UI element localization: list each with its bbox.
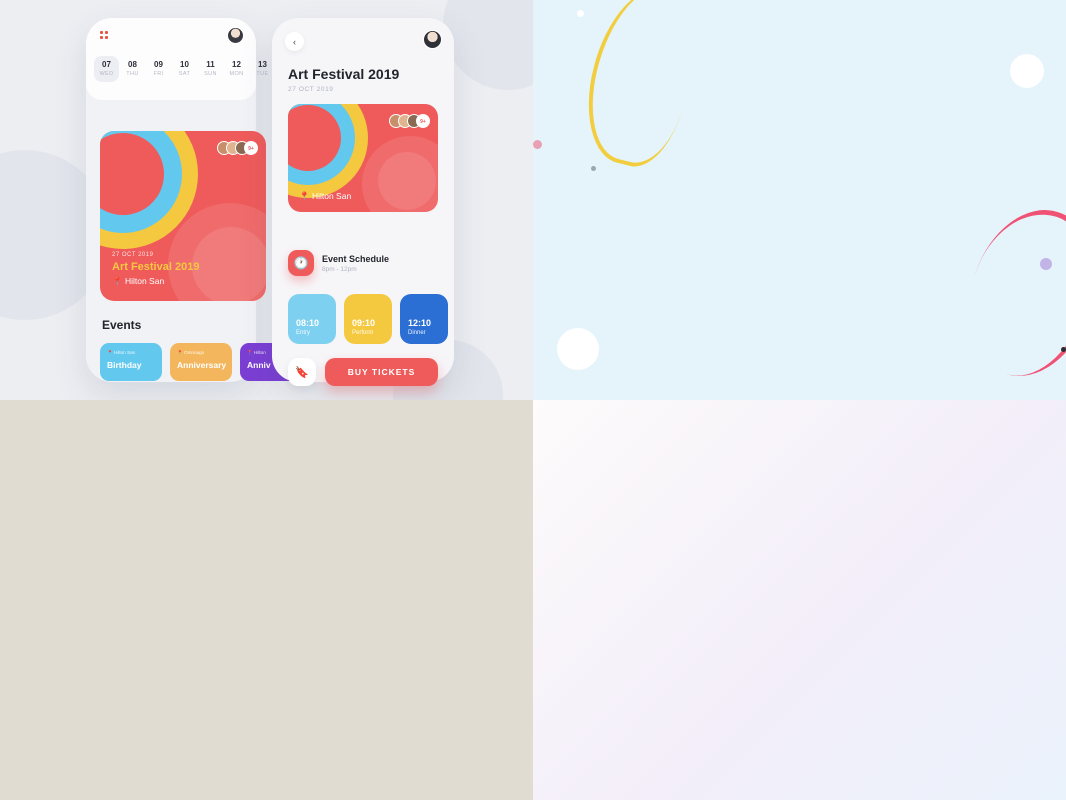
decorative-dot	[1061, 347, 1066, 352]
page-title: Art Festival 2019	[288, 66, 400, 82]
day-name: THU	[126, 71, 139, 77]
event-hero-card[interactable]: 9+ 📍 Hilton San	[288, 104, 438, 212]
decorative-dot	[1040, 258, 1052, 270]
clock-icon: 🕐	[288, 250, 314, 276]
day-number: 09	[154, 60, 163, 69]
schedule-time: 8pm - 12pm	[322, 265, 357, 273]
day-number: 10	[180, 60, 189, 69]
phone1-header: 07 WED 08 THU 09 FRI 10 SAT 11 SUN 12 MO…	[86, 18, 268, 100]
detail-footer: 🔖 BUY TICKETS	[288, 358, 438, 386]
quadrant-influencer-app: Influencers ✕ f Trending View All Mary 1…	[533, 0, 1066, 400]
event-title: Art Festival 2019	[112, 261, 200, 273]
day-name: SAT	[178, 71, 191, 77]
event-location: 📍 Hilton San	[112, 276, 165, 286]
screenshot-grid: 07 WED 08 THU 09 FRI 10 SAT 11 SUN 12 MO…	[0, 0, 1066, 800]
attendee-avatars[interactable]: 9+	[389, 114, 430, 128]
mini-event-card[interactable]: 📍 Hilton San Birthday	[100, 343, 162, 381]
phone-events-list: 07 WED 08 THU 09 FRI 10 SAT 11 SUN 12 MO…	[86, 18, 442, 382]
attendee-more-count: 9+	[244, 141, 258, 155]
decorative-rings	[288, 104, 368, 198]
slot-time: 09:10	[352, 318, 376, 328]
schedule-slots: 08:10 Entry 09:10 Perform 12:10 Dinner	[288, 294, 448, 344]
slot-label: Perform	[352, 330, 374, 336]
events-section-title: Events	[102, 318, 142, 332]
decorative-circle	[1010, 54, 1044, 88]
mini-event-location: 📍 Hilton San	[107, 350, 136, 355]
day-name: FRI	[153, 71, 164, 77]
decorative-halo	[378, 152, 436, 210]
mini-event-name: Birthday	[107, 360, 142, 370]
calendar-day[interactable]: 10 SAT	[172, 56, 197, 82]
calendar-day[interactable]: 09 FRI	[146, 56, 171, 82]
decorative-yellow-wave	[572, 0, 710, 175]
day-name: MON	[229, 71, 244, 77]
slot-label: Entry	[296, 330, 311, 336]
event-card[interactable]: 9+ 27 OCT 2019 Art Festival 2019 📍 Hilto…	[100, 131, 266, 301]
slot-label: Dinner	[408, 330, 426, 336]
quadrant-motivation-app: ✕ How it's going? Wanna Punch! Gain moti…	[0, 400, 533, 800]
grid-dots-icon[interactable]	[100, 31, 110, 41]
day-number: 08	[128, 60, 137, 69]
user-avatar-icon[interactable]	[423, 30, 442, 49]
quadrant-fitness-app: 🔔 Sajon Activity 3,236 Daily ⌄ My plan F…	[533, 400, 1066, 800]
calendar-day[interactable]: 07 WED	[94, 56, 119, 82]
decorative-halo	[192, 227, 266, 301]
event-card-text: 27 OCT 2019 Art Festival 2019 📍 Hilton S…	[112, 252, 199, 287]
calendar-day[interactable]: 12 MON	[224, 56, 249, 82]
decorative-dot	[533, 140, 542, 149]
day-name: WED	[99, 71, 114, 77]
chevron-left-icon[interactable]: ‹	[285, 32, 304, 51]
slot-time: 08:10	[296, 318, 320, 328]
bg-blob	[443, 0, 533, 90]
calendar-day[interactable]: 08 THU	[120, 56, 145, 82]
bookmark-icon[interactable]: 🔖	[288, 358, 316, 386]
schedule-slot[interactable]: 09:10 Perform	[344, 294, 392, 344]
mini-event-card[interactable]: 📍 Omnnago Anniversary	[170, 343, 232, 381]
decorative-dot	[577, 10, 584, 17]
decorative-circle	[557, 328, 599, 370]
day-number: 12	[232, 60, 241, 69]
event-location: 📍 Hilton San	[299, 191, 352, 201]
phone-event-detail: ‹ Art Festival 2019 27 OCT 2019 9+ 📍 Hil…	[272, 18, 454, 386]
attendee-avatars[interactable]: 9+	[217, 141, 258, 155]
calendar-day[interactable]: 11 SUN	[198, 56, 223, 82]
decorative-dot	[591, 166, 596, 171]
day-number: 07	[102, 60, 111, 69]
mini-event-location: 📍 Omnnago	[177, 350, 205, 355]
decorative-pink-wave	[948, 193, 1066, 393]
buy-tickets-button[interactable]: BUY TICKETS	[325, 358, 438, 386]
attendee-more-count: 9+	[416, 114, 430, 128]
schedule-slot[interactable]: 08:10 Entry	[288, 294, 336, 344]
event-date: 27 OCT 2019	[288, 86, 334, 93]
event-date: 27 OCT 2019	[112, 252, 154, 258]
event-location-text: Hilton San	[311, 191, 352, 201]
event-schedule-header: 🕐 Event Schedule 8pm - 12pm	[288, 250, 389, 276]
schedule-title: Event Schedule	[322, 253, 390, 264]
day-number: 11	[206, 60, 215, 69]
event-location-text: Hilton San	[124, 276, 165, 286]
quadrant-events-app: 07 WED 08 THU 09 FRI 10 SAT 11 SUN 12 MO…	[0, 0, 533, 400]
calendar-strip[interactable]: 07 WED 08 THU 09 FRI 10 SAT 11 SUN 12 MO…	[94, 56, 268, 82]
day-name: SUN	[204, 71, 217, 77]
user-avatar-icon[interactable]	[227, 27, 244, 44]
slot-time: 12:10	[408, 318, 432, 328]
schedule-slot[interactable]: 12:10 Dinner	[400, 294, 448, 344]
mini-event-name: Anniversary	[177, 360, 227, 370]
